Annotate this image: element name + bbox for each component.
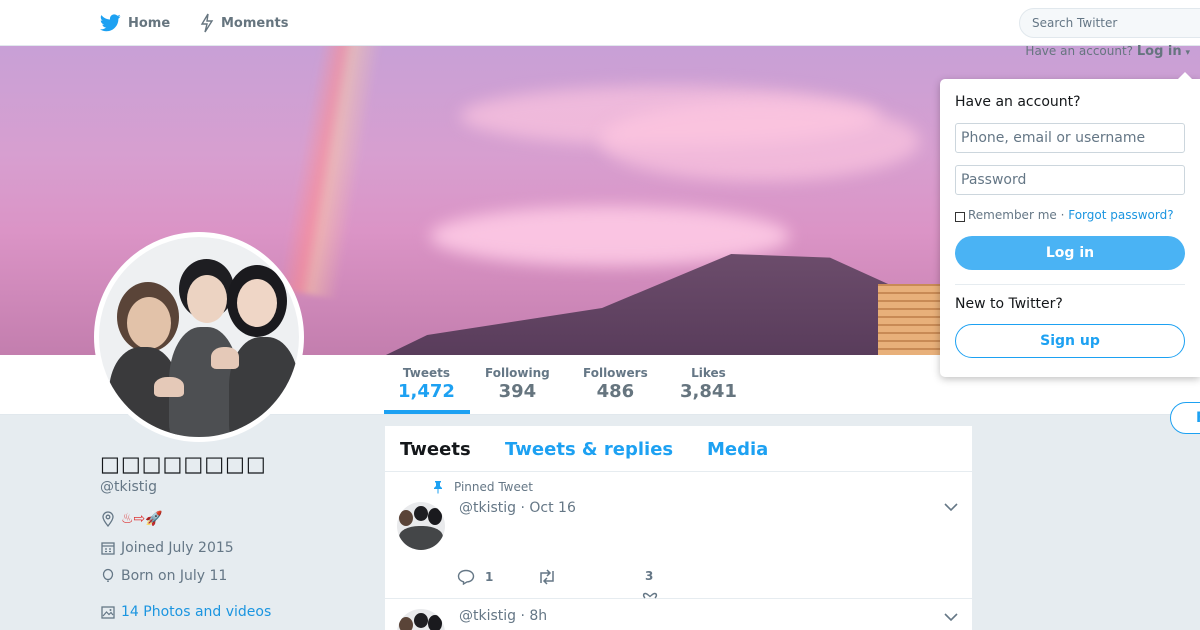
pin-icon	[434, 481, 442, 494]
stat-tweets[interactable]: Tweets 1,472	[398, 366, 455, 402]
tab-tweets-replies[interactable]: Tweets & replies	[505, 439, 673, 460]
stat-followers-value: 486	[596, 381, 635, 402]
tweet-header[interactable]: @tkistig · Oct 16	[459, 500, 576, 516]
new-to-twitter-text: New to Twitter?	[955, 296, 1063, 312]
forgot-password-link[interactable]: Forgot password?	[1068, 208, 1173, 222]
profile-handle[interactable]: @tkistig	[100, 479, 157, 495]
photos-videos-link[interactable]: 14 Photos and videos	[121, 604, 271, 620]
username-field[interactable]: Phone, email or username	[955, 123, 1185, 153]
reply-action[interactable]: 1	[457, 569, 493, 585]
image-icon	[101, 606, 115, 619]
separator-dot: ·	[1056, 208, 1069, 222]
remember-row: Remember me · Forgot password?	[955, 208, 1174, 222]
divider	[955, 284, 1185, 285]
stat-following-value: 394	[498, 381, 537, 402]
stat-followers-label: Followers	[583, 366, 648, 380]
stat-tweets-label: Tweets	[402, 366, 451, 380]
tweet-avatar[interactable]	[397, 502, 445, 550]
remember-checkbox[interactable]	[955, 212, 965, 222]
follow-button[interactable]: F	[1170, 402, 1200, 434]
tab-tweets[interactable]: Tweets	[400, 439, 471, 460]
chevron-down-icon[interactable]	[944, 612, 958, 622]
login-dropdown: Have an account? Phone, email or usernam…	[940, 72, 1200, 377]
profile-birthday: Born on July 11	[100, 566, 227, 586]
timeline-tabs: Tweets Tweets & replies Media	[385, 426, 972, 472]
have-account-line: Have an account? Log in ▾	[1025, 44, 1190, 59]
profile-joined-text: Joined July 2015	[121, 540, 234, 556]
login-button[interactable]: Log in	[955, 236, 1185, 270]
profile-avatar[interactable]	[94, 232, 304, 442]
active-tab-indicator	[384, 410, 470, 414]
heart-icon	[642, 592, 658, 599]
nav-home-label: Home	[128, 15, 171, 31]
location-pin-icon	[102, 511, 114, 527]
like-action[interactable]: 3	[637, 569, 653, 583]
stat-following[interactable]: Following 394	[485, 366, 550, 402]
calendar-icon	[101, 542, 115, 555]
password-field[interactable]: Password	[955, 165, 1185, 195]
tweet-item[interactable]: @tkistig · 8h	[385, 599, 972, 630]
reply-count: 1	[485, 570, 494, 584]
profile-joined: Joined July 2015	[100, 538, 234, 558]
pinned-indicator: Pinned Tweet	[432, 480, 533, 494]
stat-tweets-value: 1,472	[398, 381, 455, 402]
remember-label: Remember me	[968, 208, 1057, 222]
nav-moments-label: Moments	[221, 15, 289, 31]
caret-down-icon: ▾	[1185, 48, 1190, 58]
lightning-icon	[200, 13, 214, 33]
nav-moments[interactable]: Moments	[200, 12, 288, 34]
have-account-text: Have an account?	[1025, 44, 1134, 58]
stat-likes[interactable]: Likes 3,841	[680, 366, 737, 402]
stat-likes-label: Likes	[691, 366, 726, 380]
balloon-icon	[102, 568, 114, 582]
profile-name[interactable]: □□□□□□□□	[100, 452, 267, 476]
search-input[interactable]: Search Twitter	[1019, 8, 1200, 38]
nav-home[interactable]: Home	[100, 12, 170, 34]
tweet-avatar[interactable]	[397, 609, 445, 630]
stat-following-label: Following	[485, 366, 550, 380]
tab-media[interactable]: Media	[707, 439, 768, 460]
login-dropdown-title: Have an account?	[955, 94, 1081, 110]
stat-likes-value: 3,841	[680, 381, 737, 402]
tweet-header[interactable]: @tkistig · 8h	[459, 608, 547, 624]
pinned-label: Pinned Tweet	[454, 480, 533, 494]
signup-button[interactable]: Sign up	[955, 324, 1185, 358]
profile-location-text: ♨⇨🚀	[121, 511, 163, 527]
chevron-down-icon[interactable]	[944, 502, 958, 512]
retweet-icon	[540, 569, 554, 585]
twitter-bird-icon	[100, 14, 121, 32]
profile-birthday-text: Born on July 11	[121, 568, 228, 584]
retweet-action[interactable]	[537, 569, 557, 585]
like-count: 3	[645, 569, 654, 583]
stat-followers[interactable]: Followers 486	[583, 366, 648, 402]
top-nav: Home Moments Search Twitter	[0, 0, 1200, 46]
reply-icon	[457, 569, 475, 585]
profile-location: ♨⇨🚀	[100, 509, 163, 529]
profile-photos-videos[interactable]: 14 Photos and videos	[100, 602, 271, 622]
tweet-item[interactable]: Pinned Tweet @tkistig · Oct 16 1 3	[385, 472, 972, 599]
timeline: Tweets Tweets & replies Media Pinned Twe…	[385, 426, 972, 630]
login-link[interactable]: Log in	[1137, 44, 1182, 59]
